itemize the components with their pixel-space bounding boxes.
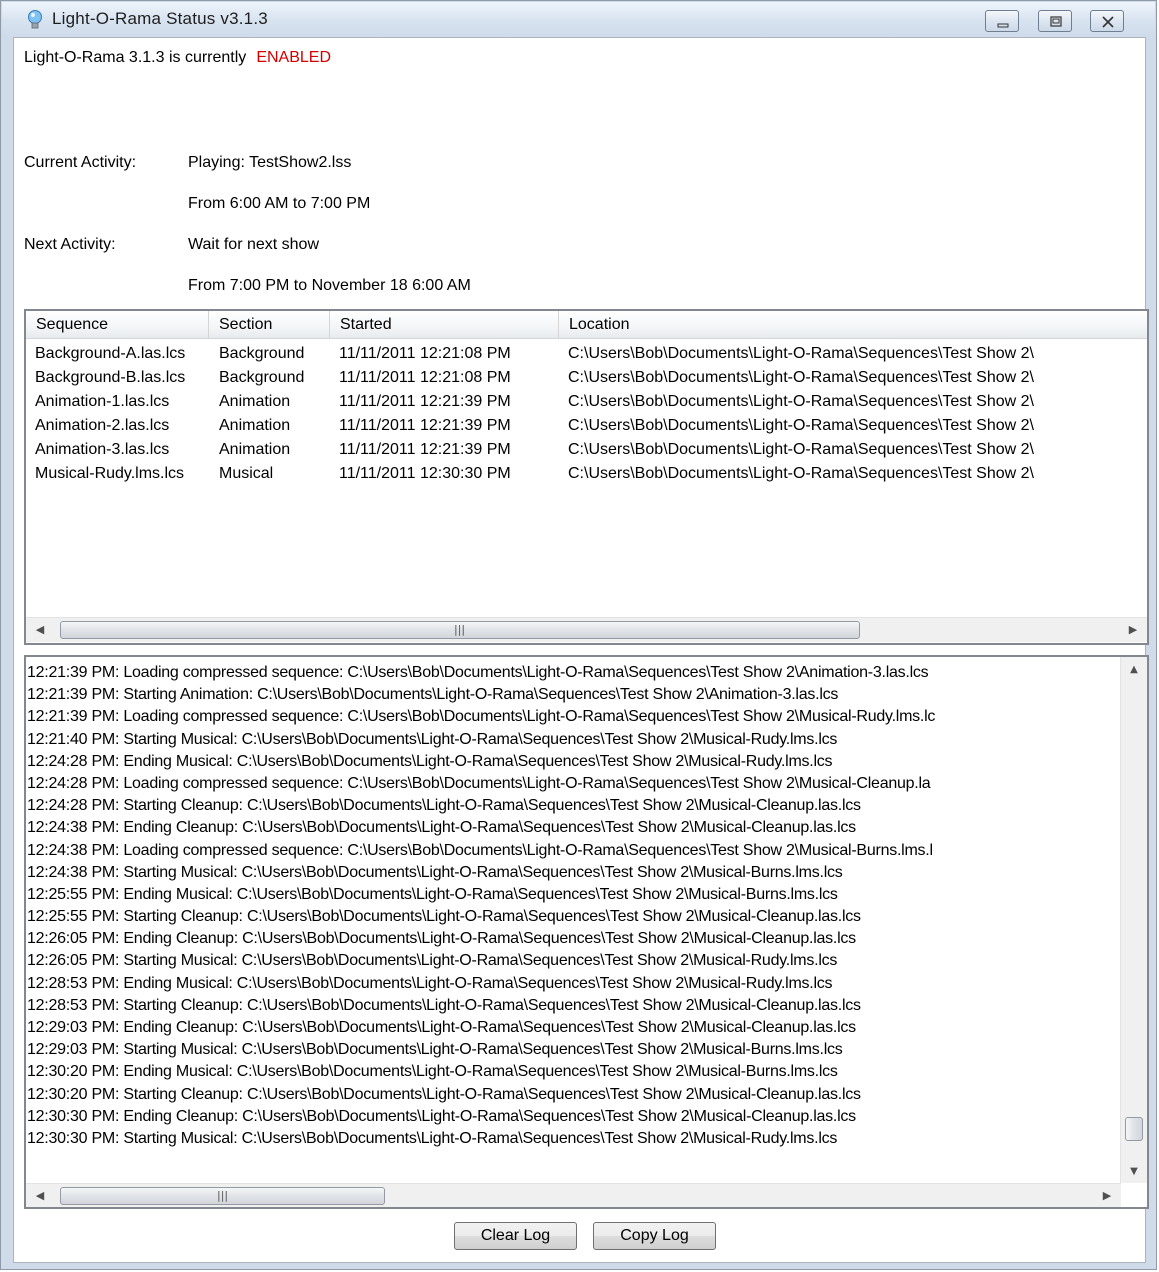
status-line: Light-O-Rama 3.1.3 is currently ENABLED: [24, 49, 331, 67]
next-activity-label: Next Activity:: [24, 236, 116, 253]
title-bar[interactable]: Light-O-Rama Status v3.1.3: [2, 2, 1155, 36]
cell-started: 11/11/2011 12:21:08 PM: [339, 369, 511, 386]
scrollbar-thumb[interactable]: |||: [60, 621, 860, 639]
log-line: 12:30:30 PM: Starting Musical: C:\Users\…: [27, 1129, 838, 1147]
log-lines: 12:21:39 PM: Loading compressed sequence…: [27, 662, 1117, 1150]
log-line: 12:26:05 PM: Starting Musical: C:\Users\…: [27, 952, 838, 970]
log-line: 12:21:40 PM: Starting Musical: C:\Users\…: [27, 730, 838, 748]
log-line: 12:25:55 PM: Starting Cleanup: C:\Users\…: [27, 908, 861, 926]
window-title: Light-O-Rama Status v3.1.3: [52, 9, 268, 28]
list-item[interactable]: Musical-Rudy.lms.lcs Musical 11/11/2011 …: [26, 463, 1147, 487]
cell-started: 11/11/2011 12:30:30 PM: [339, 465, 511, 482]
log-line: 12:24:28 PM: Starting Cleanup: C:\Users\…: [27, 797, 861, 815]
clear-log-button[interactable]: Clear Log: [454, 1222, 577, 1250]
lightbulb-icon: [27, 10, 43, 30]
scrollbar-thumb[interactable]: |||: [60, 1187, 385, 1205]
cell-started: 11/11/2011 12:21:39 PM: [339, 441, 511, 458]
list-item[interactable]: Animation-2.las.lcs Animation 11/11/2011…: [26, 415, 1147, 439]
cell-section: Animation: [219, 417, 291, 434]
cell-section: Background: [219, 345, 305, 362]
scrollbar-thumb[interactable]: [1125, 1117, 1143, 1141]
log-line: 12:24:28 PM: Ending Musical: C:\Users\Bo…: [27, 752, 833, 770]
cell-location: C:\Users\Bob\Documents\Light-O-Rama\Sequ…: [568, 369, 1034, 386]
cell-location: C:\Users\Bob\Documents\Light-O-Rama\Sequ…: [568, 345, 1034, 362]
current-activity-value: Playing: TestShow2.lss: [188, 154, 352, 171]
sequence-rows: Background-A.las.lcs Background 11/11/20…: [26, 343, 1147, 487]
status-prefix: Light-O-Rama 3.1.3 is currently: [24, 49, 247, 66]
cell-location: C:\Users\Bob\Documents\Light-O-Rama\Sequ…: [568, 465, 1034, 482]
close-button[interactable]: [1090, 10, 1124, 32]
sequence-list-header: Sequence Section Started Location: [26, 311, 1147, 339]
scroll-left-arrow-icon[interactable]: ◀: [28, 1184, 52, 1207]
sequence-list-hscrollbar[interactable]: ◀ ||| ▶: [26, 617, 1147, 642]
scroll-right-arrow-icon[interactable]: ▶: [1095, 1184, 1119, 1207]
log-line: 12:28:53 PM: Starting Cleanup: C:\Users\…: [27, 996, 861, 1014]
minimize-button[interactable]: [985, 10, 1019, 32]
log-line: 12:24:38 PM: Starting Musical: C:\Users\…: [27, 863, 843, 881]
log-line: 12:24:38 PM: Ending Cleanup: C:\Users\Bo…: [27, 819, 856, 837]
cell-location: C:\Users\Bob\Documents\Light-O-Rama\Sequ…: [568, 393, 1034, 410]
grip-icon: |||: [454, 623, 466, 636]
cell-location: C:\Users\Bob\Documents\Light-O-Rama\Sequ…: [568, 441, 1034, 458]
status-state: ENABLED: [256, 49, 332, 66]
log-line: 12:30:30 PM: Ending Cleanup: C:\Users\Bo…: [27, 1107, 856, 1125]
log-line: 12:30:20 PM: Ending Musical: C:\Users\Bo…: [27, 1063, 838, 1081]
log-line: 12:21:39 PM: Loading compressed sequence…: [27, 708, 936, 726]
column-header-location[interactable]: Location: [559, 311, 1147, 338]
log-textbox[interactable]: 12:21:39 PM: Loading compressed sequence…: [24, 655, 1149, 1209]
current-activity-label: Current Activity:: [24, 154, 137, 171]
close-icon: [1102, 16, 1114, 28]
log-vscrollbar[interactable]: ▲ ▼: [1120, 657, 1147, 1183]
maximize-icon: [1050, 16, 1062, 27]
next-activity-value: Wait for next show: [188, 236, 320, 253]
cell-sequence: Background-A.las.lcs: [35, 345, 186, 362]
log-line: 12:21:39 PM: Starting Animation: C:\User…: [27, 686, 839, 704]
scroll-up-arrow-icon[interactable]: ▲: [1121, 659, 1147, 681]
list-item[interactable]: Animation-3.las.lcs Animation 11/11/2011…: [26, 439, 1147, 463]
copy-log-button[interactable]: Copy Log: [593, 1222, 716, 1250]
cell-sequence: Musical-Rudy.lms.lcs: [35, 465, 185, 482]
log-line: 12:30:20 PM: Starting Cleanup: C:\Users\…: [27, 1085, 861, 1103]
scroll-left-arrow-icon[interactable]: ◀: [28, 618, 52, 642]
scroll-right-arrow-icon[interactable]: ▶: [1121, 618, 1145, 642]
cell-started: 11/11/2011 12:21:08 PM: [339, 345, 511, 362]
cell-started: 11/11/2011 12:21:39 PM: [339, 393, 511, 410]
log-line: 12:25:55 PM: Ending Musical: C:\Users\Bo…: [27, 885, 838, 903]
cell-location: C:\Users\Bob\Documents\Light-O-Rama\Sequ…: [568, 417, 1034, 434]
log-line: 12:24:28 PM: Loading compressed sequence…: [27, 774, 931, 792]
log-line: 12:24:38 PM: Loading compressed sequence…: [27, 841, 933, 859]
list-item[interactable]: Background-A.las.lcs Background 11/11/20…: [26, 343, 1147, 367]
log-line: 12:26:05 PM: Ending Cleanup: C:\Users\Bo…: [27, 930, 856, 948]
log-line: 12:29:03 PM: Ending Cleanup: C:\Users\Bo…: [27, 1019, 856, 1036]
minimize-icon: [997, 23, 1009, 28]
log-hscrollbar[interactable]: ◀ ||| ▶: [26, 1183, 1121, 1207]
log-line: 12:21:39 PM: Loading compressed sequence…: [27, 664, 929, 681]
log-line: 12:29:03 PM: Starting Musical: C:\Users\…: [27, 1041, 843, 1059]
next-activity-time: From 7:00 PM to November 18 6:00 AM: [188, 277, 471, 294]
maximize-button[interactable]: [1038, 10, 1072, 32]
cell-sequence: Animation-2.las.lcs: [35, 417, 170, 434]
cell-section: Background: [219, 369, 305, 386]
current-activity-time: From 6:00 AM to 7:00 PM: [188, 195, 371, 212]
cell-section: Animation: [219, 441, 291, 458]
sequence-list[interactable]: Sequence Section Started Location Backgr…: [24, 309, 1149, 645]
cell-section: Animation: [219, 393, 291, 410]
cell-sequence: Background-B.las.lcs: [35, 369, 186, 386]
column-header-sequence[interactable]: Sequence: [26, 311, 209, 338]
list-item[interactable]: Animation-1.las.lcs Animation 11/11/2011…: [26, 391, 1147, 415]
log-line: 12:28:53 PM: Ending Musical: C:\Users\Bo…: [27, 974, 833, 992]
grip-icon: |||: [217, 1189, 229, 1202]
column-header-section[interactable]: Section: [209, 311, 330, 338]
cell-started: 11/11/2011 12:21:39 PM: [339, 417, 511, 434]
column-header-started[interactable]: Started: [330, 311, 559, 338]
list-item[interactable]: Background-B.las.lcs Background 11/11/20…: [26, 367, 1147, 391]
cell-sequence: Animation-3.las.lcs: [35, 441, 170, 458]
cell-sequence: Animation-1.las.lcs: [35, 393, 170, 410]
cell-section: Musical: [219, 465, 274, 482]
scroll-down-arrow-icon[interactable]: ▼: [1121, 1161, 1147, 1183]
